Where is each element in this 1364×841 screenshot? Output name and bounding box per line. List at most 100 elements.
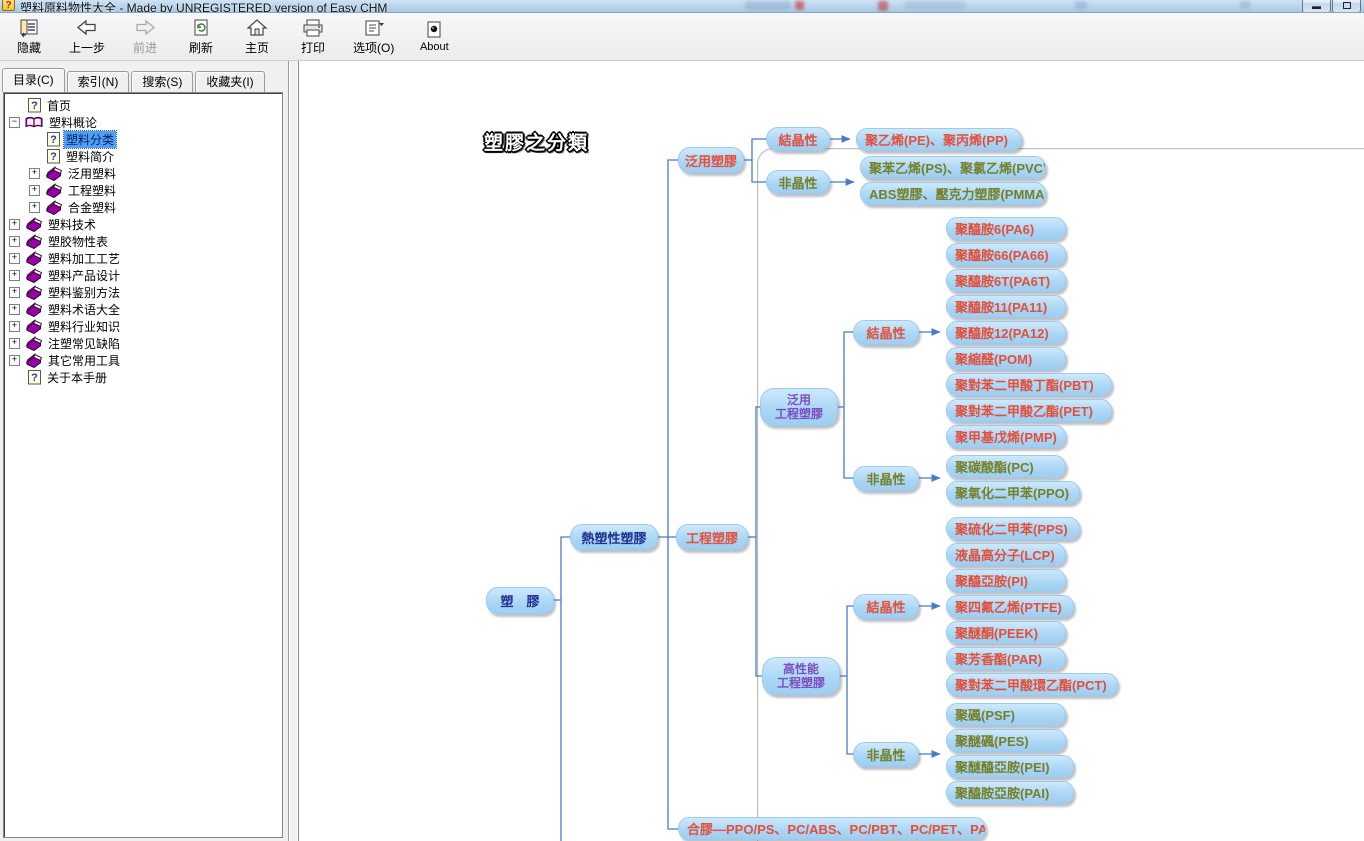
tree-item[interactable]: ? 首页 bbox=[4, 97, 282, 114]
tree-item[interactable]: − 塑料概论 bbox=[4, 114, 282, 131]
minimize-button[interactable]: ▬ bbox=[1302, 0, 1331, 13]
back-icon bbox=[75, 18, 99, 38]
tree-item[interactable]: ? 塑料简介 bbox=[4, 148, 282, 165]
tree-item-label[interactable]: 泛用塑料 bbox=[66, 165, 118, 182]
expand-plus-toggle[interactable]: + bbox=[9, 338, 20, 349]
book-icon bbox=[45, 183, 62, 198]
tab-favorites[interactable]: 收藏夹(I) bbox=[195, 71, 264, 92]
book-icon bbox=[25, 217, 42, 232]
tree-item-label[interactable]: 合金塑料 bbox=[66, 199, 118, 216]
options-icon bbox=[362, 18, 386, 38]
help-icon: ? bbox=[47, 149, 60, 164]
book-icon bbox=[45, 166, 62, 181]
titlebar-reflection bbox=[795, 1, 804, 10]
tree-item-label[interactable]: 塑料分类 bbox=[64, 131, 116, 148]
tree-item-label[interactable]: 工程塑料 bbox=[66, 182, 118, 199]
tree-item-label[interactable]: 关于本手册 bbox=[45, 369, 109, 386]
tree-item[interactable]: + 合金塑料 bbox=[4, 199, 282, 216]
collapse-minus-toggle[interactable]: − bbox=[9, 117, 20, 128]
titlebar-reflection bbox=[878, 1, 888, 11]
svg-text:?: ? bbox=[50, 151, 57, 163]
titlebar-reflection bbox=[1240, 1, 1250, 9]
expand-plus-toggle[interactable]: + bbox=[9, 304, 20, 315]
tree-item[interactable]: + 塑料鉴别方法 bbox=[4, 284, 282, 301]
tree-item[interactable]: + 塑料行业知识 bbox=[4, 318, 282, 335]
options-button[interactable]: 选项(O) bbox=[346, 16, 401, 58]
forward-icon bbox=[133, 18, 157, 38]
tree-item-label[interactable]: 塑料概论 bbox=[47, 114, 99, 131]
expand-plus-toggle[interactable]: + bbox=[9, 219, 20, 230]
expand-plus-toggle[interactable]: + bbox=[9, 355, 20, 366]
expand-plus-toggle[interactable]: + bbox=[29, 202, 40, 213]
tab-index[interactable]: 索引(N) bbox=[67, 71, 130, 92]
tree-item-label[interactable]: 塑料技术 bbox=[46, 216, 98, 233]
book-icon bbox=[25, 319, 42, 334]
tree-item[interactable]: + 其它常用工具 bbox=[4, 352, 282, 369]
tree-item[interactable]: + 塑料加工工艺 bbox=[4, 250, 282, 267]
tree-item-label[interactable]: 塑胶物性表 bbox=[46, 233, 110, 250]
tree-item[interactable]: + 塑料术语大全 bbox=[4, 301, 282, 318]
tree-item[interactable]: ?塑料分类 bbox=[4, 131, 282, 148]
expand-plus-toggle[interactable]: + bbox=[9, 253, 20, 264]
tree-item-label[interactable]: 塑料行业知识 bbox=[46, 318, 122, 335]
tree-item-label[interactable]: 首页 bbox=[45, 97, 73, 114]
tree-item[interactable]: + 注塑常见缺陷 bbox=[4, 335, 282, 352]
about-button[interactable]: About bbox=[411, 16, 457, 58]
tree-item[interactable]: + 泛用塑料 bbox=[4, 165, 282, 182]
tree-item-label[interactable]: 注塑常见缺陷 bbox=[46, 335, 122, 352]
tree-item[interactable]: ? 关于本手册 bbox=[4, 369, 282, 386]
forward-button-label: 前进 bbox=[133, 39, 157, 56]
nav-tabs: 目录(C) 索引(N) 搜索(S) 收藏夹(I) bbox=[2, 68, 267, 92]
pane-splitter[interactable] bbox=[288, 61, 299, 841]
forward-button[interactable]: 前进 bbox=[122, 16, 168, 58]
window-title: 塑料原料物性大全 - Made by UNREGISTERED version … bbox=[20, 0, 387, 13]
tree-item[interactable]: + 塑胶物性表 bbox=[4, 233, 282, 250]
refresh-button[interactable]: 刷新 bbox=[178, 16, 224, 58]
tree-item[interactable]: + 工程塑料 bbox=[4, 182, 282, 199]
navigation-pane: 目录(C) 索引(N) 搜索(S) 收藏夹(I) ?首页−塑料概论?塑料分类?塑… bbox=[0, 61, 288, 841]
book-icon bbox=[25, 336, 42, 351]
about-icon bbox=[424, 20, 444, 40]
back-button-label: 上一步 bbox=[69, 39, 105, 56]
back-button[interactable]: 上一步 bbox=[62, 16, 112, 58]
home-button[interactable]: 主页 bbox=[234, 16, 280, 58]
book-icon bbox=[25, 302, 42, 317]
titlebar-reflection bbox=[745, 1, 791, 10]
help-icon: ? bbox=[28, 98, 41, 113]
book-icon bbox=[25, 353, 42, 368]
tree-item-label[interactable]: 其它常用工具 bbox=[46, 352, 122, 369]
tree-item[interactable]: + 塑料技术 bbox=[4, 216, 282, 233]
tab-contents[interactable]: 目录(C) bbox=[2, 68, 65, 92]
home-icon bbox=[246, 18, 268, 38]
tree-item-label[interactable]: 塑料简介 bbox=[64, 148, 116, 165]
options-button-label: 选项(O) bbox=[353, 39, 394, 56]
app-icon: ? bbox=[2, 0, 15, 11]
expand-plus-toggle[interactable]: + bbox=[9, 321, 20, 332]
hide-icon bbox=[18, 18, 40, 38]
expand-plus-toggle[interactable]: + bbox=[9, 236, 20, 247]
expand-plus-toggle[interactable]: + bbox=[9, 270, 20, 281]
book-icon bbox=[45, 200, 62, 215]
tree-item-label[interactable]: 塑料加工工艺 bbox=[46, 250, 122, 267]
hide-button-label: 隐藏 bbox=[17, 39, 41, 56]
expand-plus-toggle[interactable]: + bbox=[9, 287, 20, 298]
tree-item-label[interactable]: 塑料产品设计 bbox=[46, 267, 122, 284]
print-icon bbox=[301, 18, 325, 38]
tab-search[interactable]: 搜索(S) bbox=[131, 71, 193, 92]
expand-plus-toggle[interactable]: + bbox=[29, 168, 40, 179]
chm-viewer-window: ? 塑料原料物性大全 - Made by UNREGISTERED versio… bbox=[0, 0, 1364, 841]
contents-tree: ?首页−塑料概论?塑料分类?塑料简介+泛用塑料+工程塑料+合金塑料+塑料技术+塑… bbox=[3, 92, 283, 838]
title-bar: ? 塑料原料物性大全 - Made by UNREGISTERED versio… bbox=[0, 0, 1364, 13]
tree-item[interactable]: + 塑料产品设计 bbox=[4, 267, 282, 284]
svg-text:?: ? bbox=[31, 372, 38, 384]
content-pane bbox=[299, 61, 1364, 841]
expand-plus-toggle[interactable]: + bbox=[29, 185, 40, 196]
print-button[interactable]: 打印 bbox=[290, 16, 336, 58]
book-icon bbox=[25, 285, 42, 300]
titlebar-reflection bbox=[905, 1, 965, 9]
book-open-icon bbox=[25, 115, 43, 130]
tree-item-label[interactable]: 塑料鉴别方法 bbox=[46, 284, 122, 301]
maximize-button[interactable] bbox=[1332, 0, 1361, 13]
tree-item-label[interactable]: 塑料术语大全 bbox=[46, 301, 122, 318]
hide-button[interactable]: 隐藏 bbox=[6, 16, 52, 58]
